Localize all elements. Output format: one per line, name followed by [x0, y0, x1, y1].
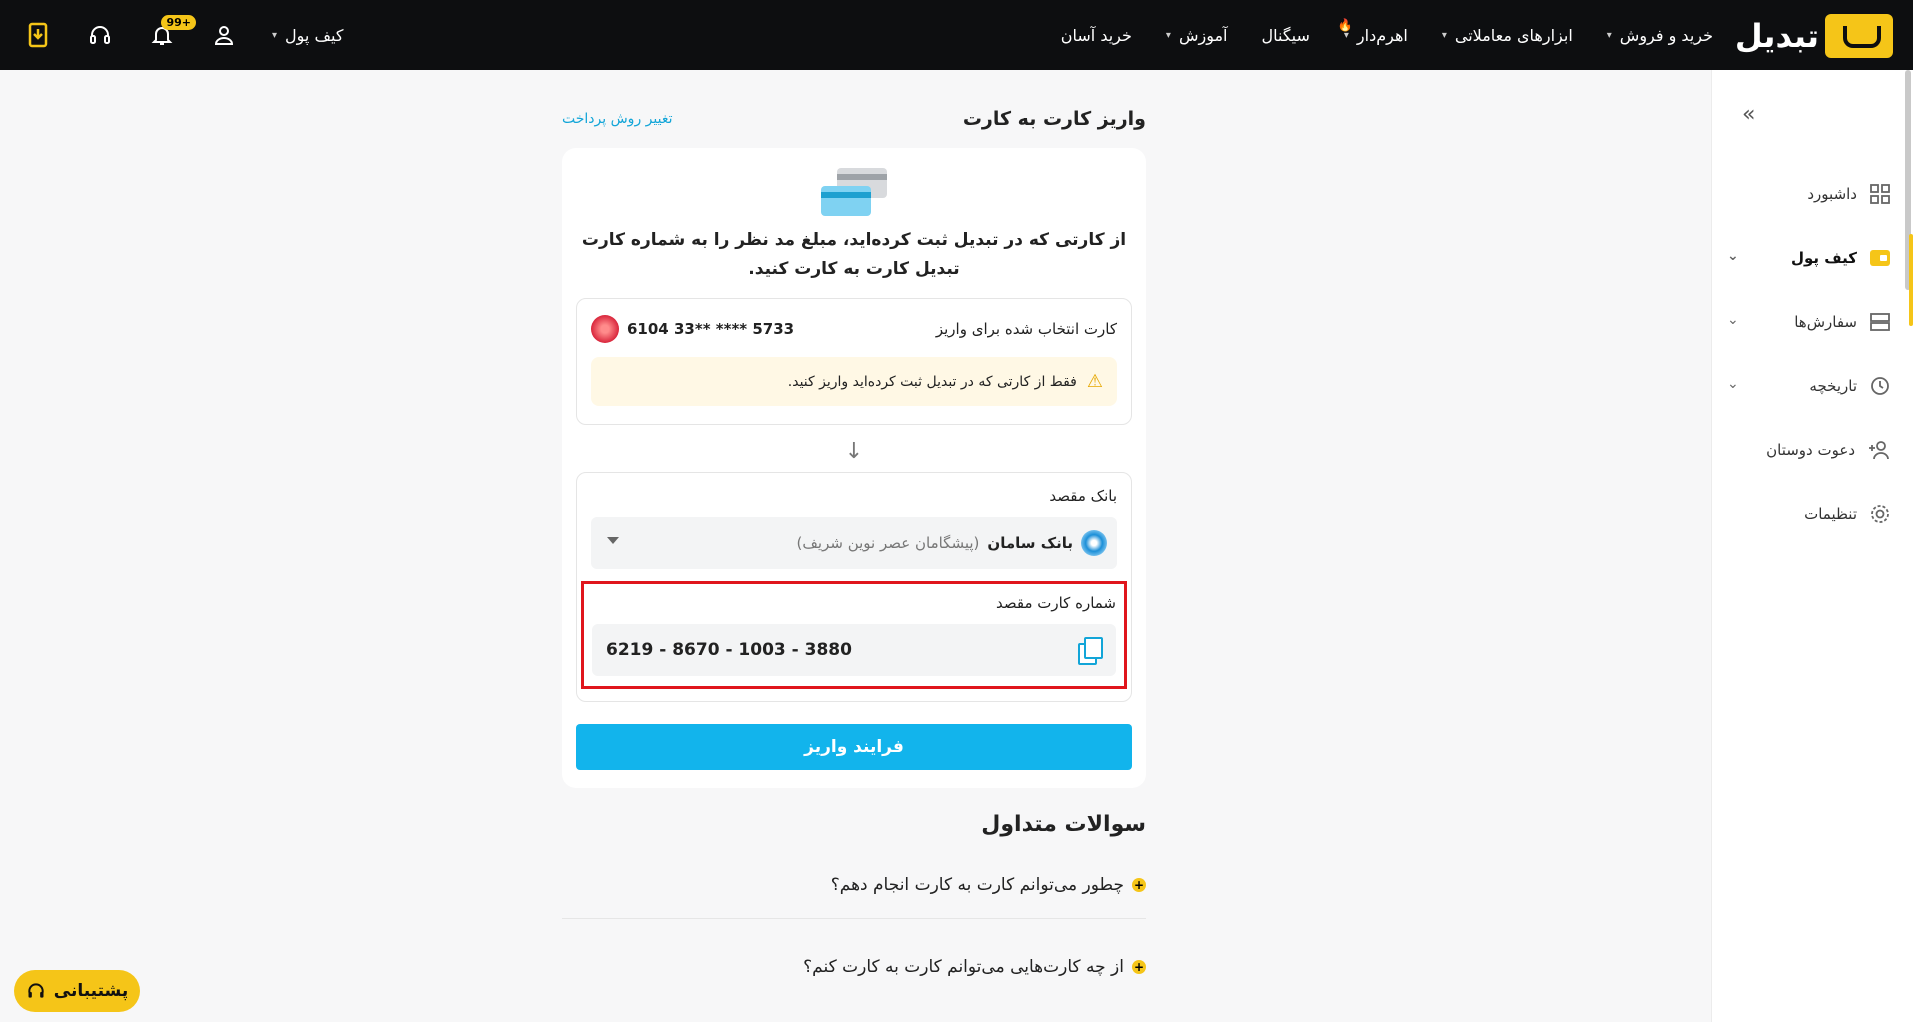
chevron-down-icon[interactable]: ⌄	[1727, 376, 1739, 392]
invite-icon	[1869, 441, 1889, 460]
gear-icon	[1871, 505, 1889, 523]
plus-icon: +	[1132, 877, 1146, 892]
collapse-sidebar-icon[interactable]: »	[1742, 102, 1755, 127]
main-content: واریز کارت به کارت تغییر روش پرداخت از ک…	[562, 70, 1146, 1001]
support-button[interactable]: پشتیبانی	[14, 970, 140, 1012]
warning-text: فقط از کارتی که در تبدیل ثبت کرده‌اید وا…	[787, 373, 1077, 390]
destination-card-label: شماره کارت مقصد	[995, 594, 1116, 612]
chevron-down-icon[interactable]: ⌄	[1727, 312, 1739, 328]
faq-list: + چطور می‌توانم کارت به کارت انجام دهم؟ …	[562, 837, 1146, 1001]
wallet-icon	[1870, 250, 1890, 266]
nav-trading-tools[interactable]: ابزارهای معاملاتی ▾	[1442, 26, 1573, 45]
copy-icon[interactable]	[1076, 637, 1103, 665]
page-title: واریز کارت به کارت	[962, 108, 1146, 130]
caret-down-icon: ▾	[1606, 29, 1612, 41]
arrow-down-icon: ↓	[844, 439, 864, 464]
nav-easy-buy[interactable]: خرید آسان	[1061, 26, 1132, 45]
main-nav: خرید و فروش ▾ ابزارهای معاملاتی ▾ اهرم‌دار…	[1061, 0, 1713, 70]
faq-item[interactable]: + از چه کارت‌هایی می‌توانم کارت به کارت …	[562, 919, 1146, 1001]
source-card: 6104 33** **** 5733	[591, 315, 794, 343]
top-bar: تبدیل خرید و فروش ▾ ابزارهای معاملاتی ▾ اه…	[0, 0, 1913, 70]
plus-icon: +	[1132, 960, 1146, 974]
warning-banner: ⚠ فقط از کارتی که در تبدیل ثبت کرده‌اید …	[591, 357, 1117, 406]
deposit-card: از کارتی که در تبدیل ثبت کرده‌اید، مبلغ …	[562, 148, 1146, 788]
sidebar-item-dashboard[interactable]: داشبورد	[1727, 174, 1891, 214]
change-payment-method-link[interactable]: تغییر روش پرداخت	[562, 111, 672, 127]
bell-icon[interactable]: 99+	[148, 15, 196, 49]
sidebar-item-settings[interactable]: تنظیمات	[1727, 494, 1891, 534]
chevron-down-icon[interactable]: ⌄	[1727, 248, 1739, 264]
faq-title: سوالات متداول	[981, 812, 1146, 837]
faq-item[interactable]: + چطور می‌توانم کارت به کارت انجام دهم؟	[562, 837, 1146, 919]
orders-icon	[1870, 313, 1890, 331]
saman-bank-icon	[1081, 530, 1107, 556]
sidebar-item-history[interactable]: تاریخچه ⌄	[1727, 366, 1891, 406]
nav-education[interactable]: آموزش ▾	[1166, 26, 1228, 45]
history-icon	[1871, 377, 1889, 395]
destination-bank-select[interactable]: بانک سامان (پیشگامان عصر نوین شریف)	[591, 517, 1117, 569]
destination-box: بانک مقصد بانک سامان (پیشگامان عصر نوین …	[576, 472, 1132, 702]
destination-card-number[interactable]: 6219 - 8670 - 1003 - 3880	[606, 640, 852, 660]
download-app-icon[interactable]	[24, 21, 52, 49]
nav-signal[interactable]: سیگنال	[1261, 26, 1309, 45]
notification-badge: 99+	[161, 15, 196, 30]
wallet-menu[interactable]: ▾ کیف پول	[272, 26, 343, 45]
caret-down-icon: ▾	[1441, 29, 1447, 41]
deposit-process-button[interactable]: فرایند واریز	[576, 724, 1132, 770]
source-card-number: 6104 33** **** 5733	[627, 320, 795, 338]
fire-icon: 🔥	[1337, 17, 1353, 32]
headset-icon[interactable]	[86, 21, 114, 49]
nav-buy-sell[interactable]: خرید و فروش ▾	[1607, 26, 1713, 45]
headset-icon	[28, 983, 44, 998]
bank-owner: (پیشگامان عصر نوین شریف)	[796, 534, 980, 552]
caret-down-icon: ▾	[1165, 29, 1171, 41]
bank-logo-icon	[591, 315, 619, 343]
bank-name: بانک سامان	[987, 534, 1073, 552]
source-card-box: کارت انتخاب شده برای واریز 6104 33** ***…	[576, 298, 1132, 425]
warning-icon: ⚠	[1086, 371, 1103, 392]
caret-down-icon	[607, 537, 619, 544]
credit-cards-icon	[821, 168, 887, 216]
page-header: واریز کارت به کارت تغییر روش پرداخت	[562, 108, 1146, 130]
sidebar-item-invite[interactable]: دعوت دوستان	[1727, 430, 1891, 470]
active-indicator	[1909, 234, 1913, 326]
intro-text: از کارتی که در تبدیل ثبت کرده‌اید، مبلغ …	[581, 230, 1127, 279]
top-actions: 99+ ▾ کیف پول	[24, 0, 343, 70]
sidebar: » داشبورد کیف پول ⌄ سفارش‌ها ⌄ تاریخچه ⌄…	[1711, 70, 1913, 1022]
logo-text: تبدیل	[1734, 17, 1819, 55]
dashboard-icon	[1870, 184, 1890, 204]
source-card-label: کارت انتخاب شده برای واریز	[935, 320, 1117, 338]
caret-down-icon: ▾	[272, 29, 278, 41]
user-icon[interactable]	[210, 21, 238, 49]
nav-leverage[interactable]: اهرم‌دار ▾ 🔥	[1338, 18, 1408, 45]
logo-icon	[1825, 14, 1893, 58]
sidebar-item-wallet[interactable]: کیف پول ⌄	[1727, 238, 1891, 278]
destination-bank-label: بانک مقصد	[1049, 487, 1117, 505]
destination-card-highlight: شماره کارت مقصد 6219 - 8670 - 1003 - 388…	[581, 581, 1127, 689]
sidebar-item-orders[interactable]: سفارش‌ها ⌄	[1727, 302, 1891, 342]
logo[interactable]: تبدیل	[1735, 14, 1893, 58]
destination-card-field: 6219 - 8670 - 1003 - 3880	[592, 624, 1116, 676]
